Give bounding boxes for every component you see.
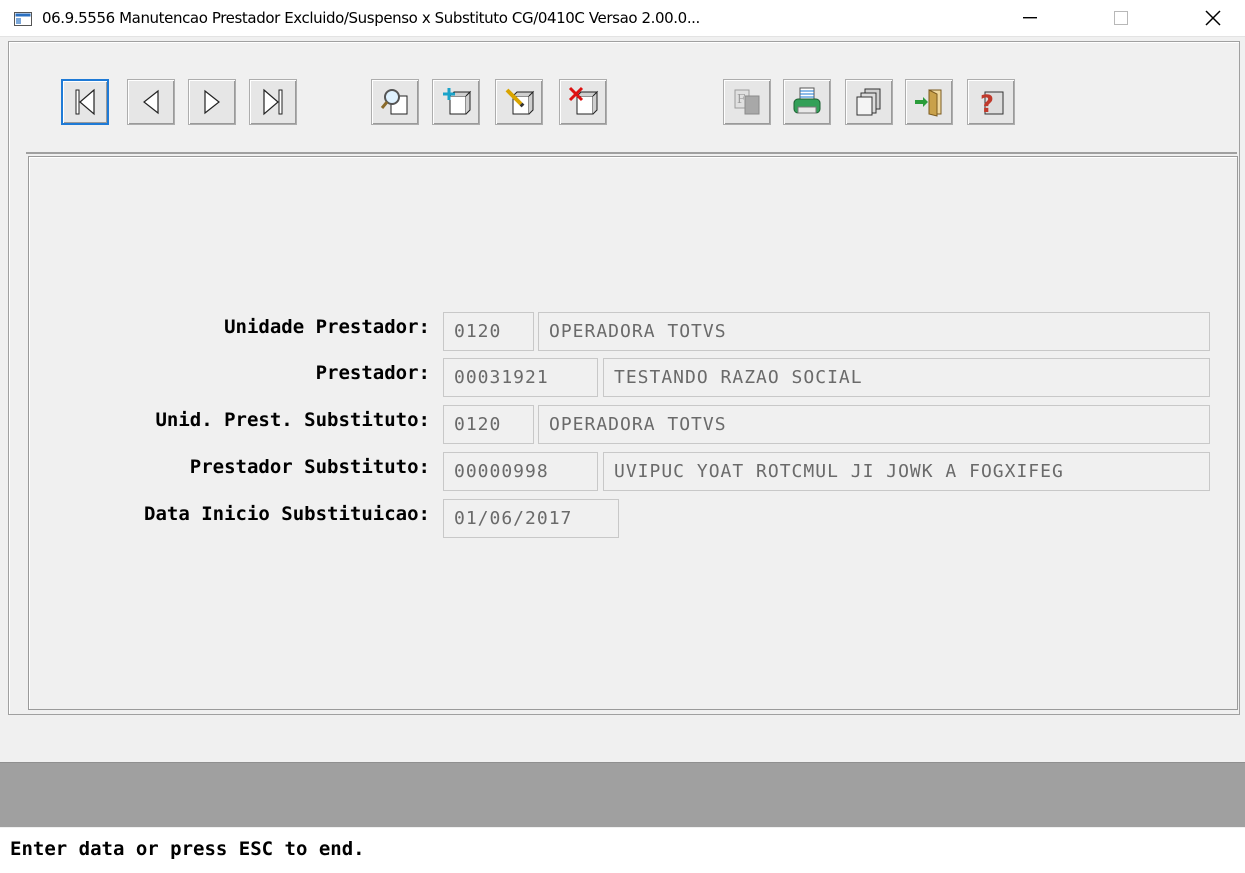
unid-prest-substituto-code-field[interactable]: 0120 xyxy=(443,405,534,444)
app-icon xyxy=(14,12,32,26)
edit-button[interactable] xyxy=(495,79,543,125)
delete-icon xyxy=(568,86,599,115)
search-button[interactable] xyxy=(371,79,419,125)
add-icon xyxy=(443,88,472,115)
prestador-desc-field: TESTANDO RAZAO SOCIAL xyxy=(603,358,1210,397)
help-icon: ? xyxy=(980,90,1004,118)
unidade-prestador-code-field[interactable]: 0120 xyxy=(443,312,534,351)
status-message: Enter data or press ESC to end. xyxy=(10,838,365,860)
last-record-button[interactable] xyxy=(249,79,297,125)
magnifier-icon xyxy=(380,89,408,115)
delete-button[interactable] xyxy=(559,79,607,125)
data-inicio-substituicao-label: Data Inicio Substituicao: xyxy=(144,503,430,525)
help-button[interactable]: ? xyxy=(967,79,1015,125)
status-bar: Enter data or press ESC to end. xyxy=(0,828,1245,873)
window-title-bar: 06.9.5556 Manutencao Prestador Excluido/… xyxy=(0,0,1245,37)
unid-prest-substituto-label: Unid. Prest. Substituto: xyxy=(155,409,430,431)
unidade-prestador-desc-field: OPERADORA TOTVS xyxy=(538,312,1210,351)
printer-icon xyxy=(793,87,821,114)
unidade-prestador-label: Unidade Prestador: xyxy=(224,316,430,338)
data-inicio-substituicao-field[interactable]: 01/06/2017 xyxy=(443,499,619,538)
close-icon xyxy=(1205,10,1221,26)
previous-record-button[interactable] xyxy=(127,79,175,125)
minimize-button[interactable] xyxy=(1007,0,1053,36)
prestador-label: Prestador: xyxy=(315,362,430,384)
prestador-substituto-desc-field: UVIPUC YOAT ROTCMUL JI JOWK A FOGXIFEG xyxy=(603,452,1210,491)
copy-button[interactable] xyxy=(845,79,893,125)
next-record-button[interactable] xyxy=(188,79,236,125)
message-area xyxy=(0,762,1245,827)
last-icon xyxy=(263,88,283,116)
prestador-substituto-label: Prestador Substituto: xyxy=(189,456,430,478)
add-button[interactable] xyxy=(432,79,480,125)
close-button[interactable] xyxy=(1190,0,1236,36)
filter-button[interactable]: F xyxy=(723,79,771,125)
previous-icon xyxy=(143,89,159,115)
minimize-icon xyxy=(1023,17,1037,19)
edit-icon xyxy=(505,88,535,115)
filter-icon: F xyxy=(734,89,760,115)
copy-icon xyxy=(856,88,881,116)
window-title: 06.9.5556 Manutencao Prestador Excluido/… xyxy=(42,9,700,27)
svg-text:?: ? xyxy=(980,90,994,118)
next-icon xyxy=(204,89,220,115)
maximize-icon xyxy=(1114,11,1128,25)
svg-text:F: F xyxy=(737,92,745,106)
prestador-substituto-code-field[interactable]: 00000998 xyxy=(443,452,598,491)
exit-button[interactable] xyxy=(905,79,953,125)
first-record-button[interactable] xyxy=(61,79,109,125)
first-icon xyxy=(75,88,95,116)
maximize-button[interactable] xyxy=(1098,0,1144,36)
exit-door-icon xyxy=(915,89,942,117)
print-button[interactable] xyxy=(783,79,831,125)
unid-prest-substituto-desc-field: OPERADORA TOTVS xyxy=(538,405,1210,444)
prestador-code-field[interactable]: 00031921 xyxy=(443,358,598,397)
